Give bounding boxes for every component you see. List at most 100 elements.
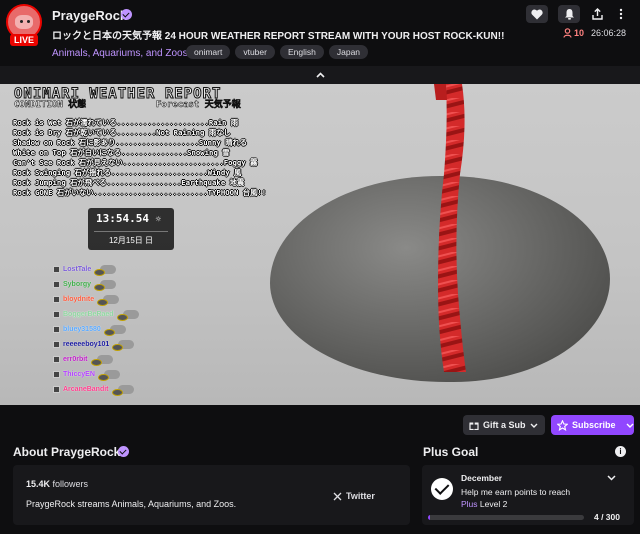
- channel-description: PraygeRock streams Animals, Aquariums, a…: [26, 499, 237, 509]
- chat-badge-icon: [53, 311, 60, 318]
- chat-username: bloydnite: [63, 296, 95, 303]
- verified-icon: [121, 9, 132, 20]
- overlay-chat-row: Syborgy: [53, 277, 141, 292]
- subscribe-button[interactable]: Subscribe: [551, 415, 634, 435]
- info-icon[interactable]: i: [615, 446, 626, 457]
- overlay-chat-list: LostTale Syborgy bloydnite BoggerBeRaed blue…: [53, 262, 141, 397]
- chat-username: BoggerBeRaed: [63, 311, 114, 318]
- overlay-chat-row: ArcaneBandit: [53, 382, 141, 397]
- rock-emote-icon: [94, 264, 118, 276]
- twitter-link[interactable]: Twitter: [333, 491, 375, 501]
- verified-icon: [118, 446, 129, 457]
- chat-badge-icon: [53, 371, 60, 378]
- about-title: About PraygeRock: [13, 445, 121, 459]
- gift-icon: [469, 422, 479, 430]
- condition-row: Rock is Dry 石が乾いている.........Not Raining …: [13, 128, 231, 137]
- rock-emote-icon: [97, 294, 121, 306]
- rock-emote-icon: [112, 339, 136, 351]
- stream-header: LIVE PraygeRock ロックと日本の天気予報 24 HOUR WEAT…: [0, 0, 640, 66]
- heart-icon: [531, 9, 543, 19]
- chevron-down-icon: [530, 423, 537, 428]
- overlay-chat-row: BoggerBeRaed: [53, 307, 141, 322]
- goal-description: Help me earn points to reach Plus Level …: [461, 487, 571, 509]
- more-icon: [619, 8, 623, 20]
- chat-username: ArcaneBandit: [63, 386, 109, 393]
- chat-username: ThiccyEN: [63, 371, 95, 378]
- tag-onimart[interactable]: onimart: [186, 45, 231, 59]
- tag-english[interactable]: English: [279, 45, 324, 59]
- overlay-chat-row: LostTale: [53, 262, 141, 277]
- notifications-button[interactable]: [558, 5, 580, 23]
- chat-username: bluey31580: [63, 326, 101, 333]
- chat-badge-icon: [53, 341, 60, 348]
- chat-badge-icon: [53, 326, 60, 333]
- clock-date: 12月15日 日: [108, 236, 154, 245]
- share-button[interactable]: [586, 5, 608, 23]
- goal-progress-bar: [428, 515, 584, 520]
- condition-list: Rock is Wet 石が濡れている.....................…: [13, 118, 267, 198]
- rock-emote-icon: [97, 369, 122, 381]
- chat-badge-icon: [53, 296, 60, 303]
- channel-name[interactable]: PraygeRock: [52, 8, 127, 23]
- goal-month: December: [461, 473, 503, 483]
- about-card: 15.4K followers PraygeRock streams Anima…: [13, 465, 410, 525]
- rock-emote-icon: [111, 384, 136, 396]
- check-icon: [431, 478, 453, 500]
- collapse-player-button[interactable]: [0, 66, 640, 84]
- condition-row: Can't See Rock 石が見えない...................…: [13, 158, 258, 167]
- channel-info-section: Gift a Sub Subscribe About PraygeRock 15…: [0, 405, 640, 534]
- stream-page: LIVE PraygeRock ロックと日本の天気予報 24 HOUR WEAT…: [0, 0, 640, 534]
- chat-username: Syborgy: [63, 281, 92, 288]
- chevron-down-icon[interactable]: [607, 475, 616, 481]
- goal-progress-text: 4 / 300: [594, 512, 620, 522]
- sun-icon: ☼: [155, 215, 162, 225]
- more-options-button[interactable]: [610, 5, 632, 23]
- chat-username: err0rbit: [63, 356, 88, 363]
- video-player[interactable]: ONIMARI WEATHER REPORT CONDITION 状態 Fore…: [0, 84, 640, 405]
- condition-row: White on Top 石が白いになる...............Snowi…: [13, 148, 230, 157]
- forecast-header: Forecast 天気予報: [156, 100, 241, 111]
- person-icon: [563, 28, 572, 38]
- condition-row: Shadow on Rock 石に影あり...................S…: [13, 138, 248, 147]
- star-icon: [557, 419, 568, 431]
- twitter-label: Twitter: [346, 491, 375, 501]
- stream-uptime: 26:06:28: [591, 28, 627, 38]
- viewer-count-value: 10: [574, 28, 585, 38]
- rock-emote-icon: [116, 309, 141, 321]
- plus-goal-card[interactable]: December Help me earn points to reach Pl…: [422, 465, 634, 525]
- live-badge: LIVE: [10, 34, 38, 46]
- stream-title: ロックと日本の天気予報 24 HOUR WEATHER REPORT STREA…: [52, 31, 505, 42]
- tag-list: onimart vtuber English Japan: [186, 45, 369, 59]
- chat-badge-icon: [53, 386, 60, 393]
- rock-emote-icon: [90, 354, 115, 366]
- tag-japan[interactable]: Japan: [328, 45, 369, 59]
- subscribe-label: Subscribe: [572, 420, 616, 430]
- condition-row: Rock GONE 石がいない.........................…: [13, 188, 267, 197]
- gift-sub-button[interactable]: Gift a Sub: [463, 415, 545, 435]
- category-link[interactable]: Animals, Aquariums, and Zoos: [52, 48, 188, 59]
- chevron-up-icon: [315, 72, 325, 78]
- overlay-chat-row: bluey31580: [53, 322, 141, 337]
- tag-vtuber[interactable]: vtuber: [235, 45, 275, 59]
- chat-username: reeeeeboy101: [63, 341, 110, 348]
- rock-emote-icon: [94, 279, 118, 291]
- overlay-chat-row: ThiccyEN: [53, 367, 141, 382]
- chat-badge-icon: [53, 281, 60, 288]
- condition-row: Rock Swinging 石が揺れる.....................…: [13, 168, 242, 177]
- chevron-down-icon: [626, 423, 634, 428]
- rope-image: [434, 84, 466, 372]
- follower-count: 15.4K followers: [26, 479, 89, 489]
- share-icon: [591, 8, 603, 20]
- bell-icon: [564, 9, 574, 20]
- follow-button[interactable]: [526, 5, 548, 23]
- chat-username: LostTale: [63, 266, 92, 273]
- clock-time: 13:54.54 ☼: [96, 212, 162, 225]
- chat-badge-icon: [53, 356, 60, 363]
- overlay-chat-row: err0rbit: [53, 352, 141, 367]
- rock-emote-icon: [103, 324, 128, 336]
- condition-row: Rock Jumping 石が飛べる.................Earth…: [13, 178, 245, 187]
- chat-badge-icon: [53, 266, 60, 273]
- gift-sub-label: Gift a Sub: [483, 420, 526, 430]
- x-twitter-icon: [333, 492, 342, 500]
- condition-header: CONDITION 状態: [14, 100, 87, 111]
